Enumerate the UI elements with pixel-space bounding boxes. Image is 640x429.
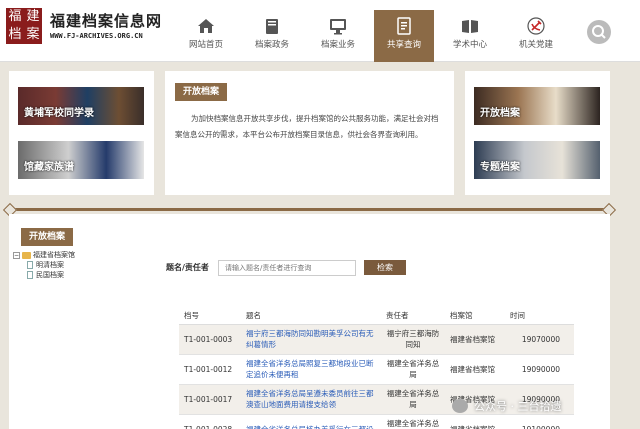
cell-id: T1-001-0028 — [179, 414, 241, 429]
open-archives-intro-panel: 开放档案 为加快档案信息开放共享步伐，提升档案馆的公共服务功能，满足社会对档案信… — [165, 71, 454, 195]
file-icon — [27, 271, 33, 279]
tile-label: 专题档案 — [480, 162, 520, 173]
nav-item-business[interactable]: 档案业务 — [308, 10, 368, 58]
search-icon — [592, 25, 606, 39]
col-header-title[interactable]: 题名 — [241, 308, 381, 325]
open-archives-query-section: 开放档案 − 福建省档案馆 明清档案 民国档案 题名/责任者 检索 档号 题名 … — [9, 214, 610, 429]
tree-item-republic[interactable]: 民国档案 — [13, 270, 75, 280]
nav-item-label: 机关党建 — [518, 40, 553, 50]
cell-archive: 福建省档案馆 — [445, 354, 505, 385]
intro-section-title: 开放档案 — [175, 83, 228, 101]
col-header-id[interactable]: 档号 — [179, 308, 241, 325]
search-label: 题名/责任者 — [166, 263, 209, 272]
query-section-title: 开放档案 — [21, 228, 74, 246]
cell-responsible: 福建全省洋务总局 — [381, 384, 445, 415]
tile-whampoa-alumni[interactable]: 黄埔军校同学录 — [18, 87, 144, 125]
cell-id: T1-001-0012 — [179, 354, 241, 385]
nav-item-share-query[interactable]: 共享查询 — [374, 10, 434, 62]
nav-item-label: 档案政务 — [254, 40, 289, 50]
nav-item-home[interactable]: 网站首页 — [176, 10, 236, 58]
search-submit-button[interactable]: 检索 — [364, 260, 406, 275]
archive-tree: − 福建省档案馆 明清档案 民国档案 — [13, 250, 75, 280]
book-icon — [266, 19, 278, 34]
tile-thematic-archives[interactable]: 专题档案 — [474, 141, 600, 179]
tile-label: 馆藏家族谱 — [24, 162, 74, 173]
col-header-responsible[interactable]: 责任者 — [381, 308, 445, 325]
cell-archive: 福建省档案馆 — [445, 324, 505, 355]
site-header: 福 建 档 案 福建档案信息网 WWW.FJ-ARCHIVES.ORG.CN 网… — [0, 0, 640, 62]
cell-title-link[interactable]: 福建全省洋务总局照复三都地段业已断定追价未便再租 — [241, 354, 381, 385]
nav-item-label: 网站首页 — [188, 40, 223, 50]
document-icon — [397, 17, 411, 35]
tile-label: 黄埔军校同学录 — [24, 108, 94, 119]
tree-root[interactable]: − 福建省档案馆 — [13, 250, 75, 260]
cell-id: T1-001-0017 — [179, 384, 241, 415]
main-nav: 网站首页 档案政务 档案业务 共享查询 学术中心 机关党建 — [176, 10, 572, 62]
cell-responsible: 福宁府三都海防同知 — [381, 324, 445, 355]
intro-text: 为加快档案信息开放共享步伐，提升档案馆的公共服务功能，满足社会对档案信息公开的需… — [175, 114, 439, 139]
cell-id: T1-001-0003 — [179, 324, 241, 355]
folder-icon — [22, 251, 31, 259]
watermark-text: 公众号 · 三台拾遗 — [474, 400, 562, 413]
file-icon — [27, 261, 33, 269]
table-row[interactable]: T1-001-0028 福建全省洋务总局核办美孚行在三都设 福建全省洋务总局 福… — [179, 414, 574, 429]
cell-time: 19070000 — [505, 324, 574, 355]
nav-item-label: 共享查询 — [386, 40, 421, 50]
header-search-button[interactable] — [587, 20, 611, 44]
monitor-icon — [330, 19, 346, 35]
cell-responsible: 福建全省洋务总局 — [381, 414, 445, 429]
wechat-icon — [452, 399, 468, 413]
section-divider — [9, 208, 610, 211]
site-logo[interactable]: 福 建 档 案 — [6, 8, 42, 44]
col-header-archive[interactable]: 档案馆 — [445, 308, 505, 325]
right-feature-panel: 开放档案 专题档案 — [465, 71, 610, 195]
cell-title-link[interactable]: 福建全省洋务总局核办美孚行在三都设 — [241, 414, 381, 429]
wechat-watermark: 公众号 · 三台拾遗 — [452, 398, 562, 414]
cell-time: 19100000 — [505, 414, 574, 429]
left-feature-panel: 黄埔军校同学录 馆藏家族谱 — [9, 71, 154, 195]
title-responsible-search-input[interactable] — [218, 260, 356, 276]
table-row[interactable]: T1-001-0012 福建全省洋务总局照复三都地段业已断定追价未便再租 福建全… — [179, 354, 574, 385]
home-icon — [198, 19, 214, 33]
tree-item-ming-qing[interactable]: 明清档案 — [13, 260, 75, 270]
tree-root-label: 福建省档案馆 — [33, 251, 75, 259]
col-header-time[interactable]: 时间 — [505, 308, 574, 325]
tree-item-label: 明清档案 — [36, 261, 64, 269]
table-header-row: 档号 题名 责任者 档案馆 时间 — [179, 308, 574, 325]
tile-family-genealogy[interactable]: 馆藏家族谱 — [18, 141, 144, 179]
site-title: 福建档案信息网 — [50, 12, 163, 30]
nav-item-affairs[interactable]: 档案政务 — [242, 10, 302, 58]
cell-responsible: 福建全省洋务总局 — [381, 354, 445, 385]
nav-item-label: 档案业务 — [320, 40, 355, 50]
cell-archive: 福建省档案馆 — [445, 414, 505, 429]
collapse-icon[interactable]: − — [13, 251, 20, 259]
nav-item-party[interactable]: 机关党建 — [506, 10, 566, 58]
table-row[interactable]: T1-001-0003 福宁府三都海防同知勘明美孚公司有无纠葛情形 福宁府三都海… — [179, 324, 574, 355]
tree-item-label: 民国档案 — [36, 271, 64, 279]
cell-time: 19090000 — [505, 354, 574, 385]
site-url: WWW.FJ-ARCHIVES.ORG.CN — [50, 32, 143, 40]
tile-label: 开放档案 — [480, 108, 520, 119]
nav-item-academic[interactable]: 学术中心 — [440, 10, 500, 58]
open-book-icon — [462, 20, 478, 33]
cell-title-link[interactable]: 福宁府三都海防同知勘明美孚公司有无纠葛情形 — [241, 324, 381, 355]
nav-item-label: 学术中心 — [452, 40, 487, 50]
tile-open-archives[interactable]: 开放档案 — [474, 87, 600, 125]
party-emblem-icon — [527, 17, 545, 35]
cell-title-link[interactable]: 福建全省洋务总局呈遵未委员前往三都澳查山地面费用请搜支给领 — [241, 384, 381, 415]
